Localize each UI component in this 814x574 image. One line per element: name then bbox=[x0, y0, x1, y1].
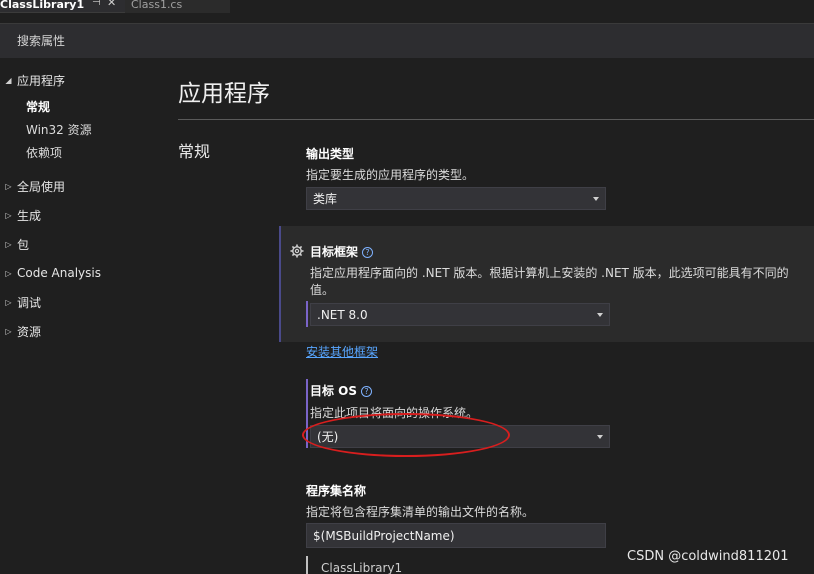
section-title: 常规 bbox=[178, 142, 211, 161]
tab-strip: ClassLibrary1 ⊣ ✕ Class1.cs bbox=[0, 0, 814, 13]
page-title: 应用程序 bbox=[178, 81, 270, 107]
install-frameworks-link[interactable]: 安装其他框架 bbox=[306, 343, 378, 360]
sidebar-item-general[interactable]: 常规 bbox=[26, 96, 50, 116]
dropdown-value: 类库 bbox=[313, 192, 338, 206]
target-framework-dropdown[interactable]: .NET 8.0 bbox=[310, 303, 610, 326]
sidebar-item-application[interactable]: ◢ 应用程序 bbox=[0, 70, 65, 90]
sidebar-item-code-analysis[interactable]: ▷ Code Analysis bbox=[0, 263, 101, 283]
output-type-label: 输出类型 bbox=[306, 147, 355, 161]
close-icon[interactable]: ✕ bbox=[107, 0, 116, 9]
annotation-ellipse bbox=[302, 413, 510, 457]
dropdown-value: .NET 8.0 bbox=[317, 307, 368, 322]
sidebar-item-label: 生成 bbox=[17, 208, 42, 223]
sidebar-item-build[interactable]: ▷ 生成 bbox=[0, 205, 41, 225]
assembly-name-description: 指定将包含程序集清单的输出文件的名称。 bbox=[306, 505, 535, 519]
target-framework-description: 指定应用程序面向的 .NET 版本。根据计算机上安装的 .NET 版本，此选项可… bbox=[310, 266, 789, 280]
target-framework-label: 目标框架 bbox=[310, 245, 359, 259]
chevron-down-icon bbox=[597, 435, 603, 439]
target-framework-description-cont: 值。 bbox=[310, 283, 335, 297]
sidebar-item-resources[interactable]: ▷ 资源 bbox=[0, 321, 41, 341]
search-bar bbox=[0, 23, 814, 58]
collapsed-arrow-icon[interactable]: ▷ bbox=[0, 182, 17, 191]
help-icon[interactable]: ? bbox=[361, 386, 373, 397]
sidebar-item-label: Code Analysis bbox=[17, 266, 101, 280]
input-value: $(MSBuildProjectName) bbox=[313, 528, 455, 543]
sidebar-item-win32-resources[interactable]: Win32 资源 bbox=[26, 119, 92, 139]
output-type-dropdown[interactable]: 类库 bbox=[306, 187, 606, 210]
tab-classlibrary1[interactable]: ClassLibrary1 ⊣ ✕ bbox=[0, 0, 125, 13]
collapsed-arrow-icon[interactable]: ▷ bbox=[0, 327, 17, 336]
tab-divider bbox=[0, 13, 814, 23]
sidebar-item-label: 全局使用 bbox=[17, 179, 66, 194]
sidebar-item-global-usings[interactable]: ▷ 全局使用 bbox=[0, 176, 65, 196]
target-os-label-row: 目标 OS? bbox=[310, 382, 373, 399]
assembly-name-input[interactable]: $(MSBuildProjectName) bbox=[306, 523, 606, 548]
tab-class1-cs[interactable]: Class1.cs bbox=[125, 0, 230, 13]
output-type-description: 指定要生成的应用程序的类型。 bbox=[306, 168, 475, 182]
help-icon[interactable]: ? bbox=[362, 247, 374, 258]
chevron-down-icon bbox=[593, 197, 599, 201]
chevron-down-icon bbox=[597, 313, 603, 317]
collapsed-arrow-icon[interactable]: ▷ bbox=[0, 240, 17, 249]
assembly-name-preview: ClassLibrary1 bbox=[306, 556, 606, 574]
watermark: CSDN @coldwind811201 bbox=[627, 549, 789, 564]
sidebar-item-debug[interactable]: ▷ 调试 bbox=[0, 292, 41, 312]
sidebar-item-label: 应用程序 bbox=[17, 73, 66, 88]
search-input[interactable] bbox=[0, 24, 814, 58]
gear-icon bbox=[290, 244, 304, 258]
sidebar-item-label: 资源 bbox=[17, 324, 42, 339]
sidebar-item-label: 包 bbox=[17, 237, 30, 252]
sidebar-item-package[interactable]: ▷ 包 bbox=[0, 234, 29, 254]
modified-indicator bbox=[306, 301, 308, 327]
expanded-arrow-icon[interactable]: ◢ bbox=[0, 76, 17, 85]
title-divider bbox=[178, 119, 814, 120]
collapsed-arrow-icon[interactable]: ▷ bbox=[0, 211, 17, 220]
sidebar-item-dependencies[interactable]: 依赖项 bbox=[26, 142, 62, 162]
collapsed-arrow-icon[interactable]: ▷ bbox=[0, 269, 17, 278]
assembly-name-label: 程序集名称 bbox=[306, 484, 367, 498]
collapsed-arrow-icon[interactable]: ▷ bbox=[0, 298, 17, 307]
tab-label: Class1.cs bbox=[131, 0, 183, 11]
tab-label: ClassLibrary1 bbox=[0, 0, 85, 11]
preview-value: ClassLibrary1 bbox=[321, 561, 403, 574]
pin-icon[interactable]: ⊣ bbox=[92, 0, 101, 8]
sidebar-item-label: 调试 bbox=[17, 295, 42, 310]
target-os-label: 目标 OS bbox=[310, 384, 358, 398]
target-framework-label-row: 目标框架? bbox=[310, 243, 374, 260]
